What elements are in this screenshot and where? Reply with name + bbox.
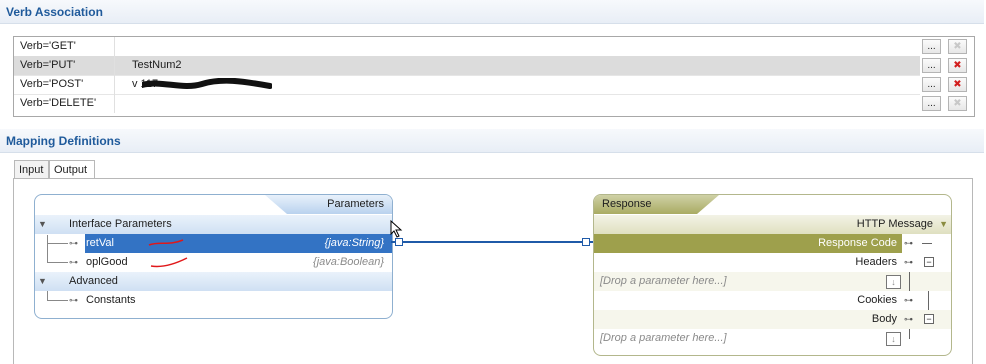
node-icon: ⊶ (904, 314, 913, 324)
verb-row-get[interactable]: Verb='GET' (14, 37, 920, 57)
more-button[interactable]: ... (922, 77, 941, 92)
divider (114, 75, 115, 94)
response-code-label: Response Code (818, 237, 897, 249)
group-interface-parameters[interactable]: ▼ Interface Parameters (35, 215, 392, 234)
tree-line (47, 300, 68, 301)
param-node-icon: ⊶ (69, 238, 78, 248)
param-node-icon: ⊶ (69, 257, 78, 267)
more-button[interactable]: ... (922, 58, 941, 73)
param-name: oplGood (86, 256, 128, 268)
body-label: Body (871, 313, 897, 325)
verb-name: Verb='GET' (20, 40, 76, 52)
param-type: {java:Boolean} (313, 256, 384, 268)
tree-line (928, 291, 929, 310)
drop-placeholder: [Drop a parameter here...] (600, 275, 727, 287)
headers-row[interactable]: Headers ⊶ − (594, 253, 951, 272)
collapse-triangle-icon[interactable]: ▼ (939, 215, 948, 234)
http-message-row[interactable]: HTTP Message ▼ (594, 215, 951, 234)
verb-row-put[interactable]: Verb='PUT' TestNum2 (14, 56, 920, 76)
param-type: {java:String} (324, 237, 384, 249)
delete-button[interactable]: ✖ (948, 58, 967, 73)
drop-placeholder: [Drop a parameter here...] (600, 332, 727, 344)
mapping-connector[interactable] (391, 241, 593, 243)
cookies-label: Cookies (857, 294, 897, 306)
constants-label: Constants (86, 294, 136, 306)
divider (114, 37, 115, 56)
verb-value[interactable]: TestNum2 (132, 56, 182, 75)
collapse-minus-icon[interactable]: − (924, 314, 934, 324)
response-header: Response (602, 198, 652, 210)
parameters-panel: Parameters ▼ Interface Parameters ⊶ retV… (34, 194, 393, 319)
cursor-arrow-icon (390, 220, 403, 238)
drop-zone-headers[interactable]: [Drop a parameter here...] ↓ (594, 272, 951, 291)
download-arrow-icon[interactable]: ↓ (886, 332, 901, 346)
download-arrow-icon[interactable]: ↓ (886, 275, 901, 289)
advanced-constants-row[interactable]: ⊶ Constants (35, 291, 392, 310)
verb-name: Verb='PUT' (20, 59, 76, 71)
body-row[interactable]: Body ⊶ − (594, 310, 951, 329)
tab-input[interactable]: Input (14, 160, 49, 179)
more-button[interactable]: ... (922, 39, 941, 54)
group-label: Interface Parameters (69, 218, 172, 230)
mapping-definitions-title: Mapping Definitions (6, 134, 121, 148)
collapse-triangle-icon[interactable]: ▼ (38, 215, 47, 234)
collapse-triangle-icon[interactable]: ▼ (38, 272, 47, 291)
param-row-oplgood[interactable]: ⊶ oplGood {java:Boolean} (35, 253, 392, 272)
annotation-scribble (150, 257, 188, 268)
divider (114, 94, 115, 113)
more-button[interactable]: ... (922, 96, 941, 111)
response-code-row[interactable]: Response Code ⊶ (594, 234, 951, 253)
mapping-definitions-header: Mapping Definitions (0, 129, 984, 153)
verb-table: Verb='GET' Verb='PUT' TestNum2 Verb='POS… (13, 36, 975, 117)
verb-row-post[interactable]: Verb='POST' v 117 (14, 75, 920, 95)
node-icon: ⊶ (904, 257, 913, 267)
verb-name: Verb='DELETE' (20, 97, 97, 109)
tab-output[interactable]: Output (49, 160, 95, 179)
node-icon: ⊶ (904, 238, 913, 248)
collapse-minus-icon[interactable]: − (924, 257, 934, 267)
node-icon: ⊶ (904, 295, 913, 305)
mapping-canvas: Parameters ▼ Interface Parameters ⊶ retV… (13, 178, 973, 364)
redaction-scribble (142, 78, 272, 89)
param-row-retval[interactable]: ⊶ retVal {java:String} (35, 234, 392, 253)
delete-button[interactable]: ✖ (948, 77, 967, 92)
verb-row-delete[interactable]: Verb='DELETE' (14, 94, 920, 113)
response-panel: Response HTTP Message ▼ Response Code ⊶ … (593, 194, 952, 356)
divider (114, 56, 115, 75)
param-name: retVal (86, 237, 114, 249)
tree-line (909, 272, 910, 291)
verb-association-title: Verb Association (6, 5, 103, 19)
delete-button[interactable]: ✖ (948, 96, 967, 111)
tree-line (48, 243, 68, 244)
verb-association-header: Verb Association (0, 0, 984, 24)
headers-label: Headers (855, 256, 897, 268)
tree-line (48, 262, 68, 263)
annotation-scribble (148, 239, 184, 246)
tree-line (909, 329, 910, 339)
parameters-header: Parameters (327, 198, 384, 210)
cookies-row[interactable]: Cookies ⊶ (594, 291, 951, 310)
tree-line (922, 243, 932, 244)
verb-name: Verb='POST' (20, 78, 84, 90)
group-label: Advanced (69, 275, 118, 287)
connector-handle[interactable] (395, 238, 403, 246)
drop-zone-body[interactable]: [Drop a parameter here...] ↓ (594, 329, 951, 348)
param-node-icon: ⊶ (69, 295, 78, 305)
http-message-label: HTTP Message (856, 218, 933, 230)
group-advanced[interactable]: ▼ Advanced (35, 272, 392, 291)
delete-button[interactable]: ✖ (948, 39, 967, 54)
connector-handle[interactable] (582, 238, 590, 246)
